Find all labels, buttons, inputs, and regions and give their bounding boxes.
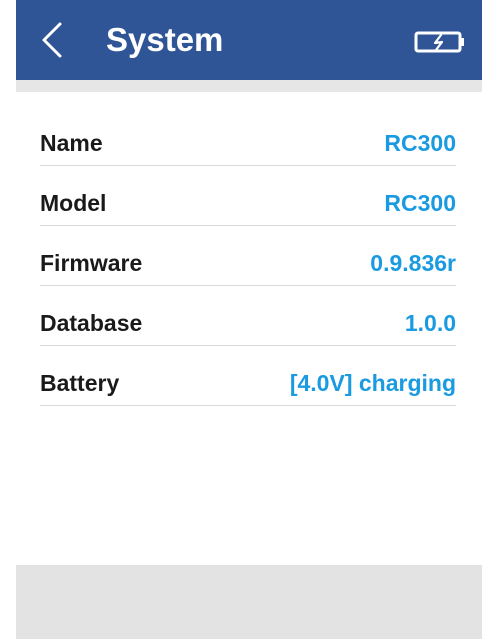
row-label: Database [40, 310, 143, 336]
list-item-battery: Battery [4.0V] charging [40, 358, 456, 418]
row-value: [4.0V] charging [289, 370, 456, 396]
row-label: Model [40, 190, 107, 216]
row-value: 0.9.836r [370, 250, 456, 276]
row-divider [40, 285, 456, 286]
system-screen: System Name RC300 Model RC300 Firmware 0… [0, 0, 494, 639]
row-divider [40, 345, 456, 346]
info-list: Name RC300 Model RC300 Firmware 0.9.836r… [40, 118, 456, 418]
row-divider [40, 165, 456, 166]
list-item-database: Database 1.0.0 [40, 298, 456, 358]
battery-charging-icon [414, 31, 464, 53]
row-divider [40, 225, 456, 226]
header-shadow-band [16, 80, 482, 92]
chevron-left-icon [42, 22, 62, 58]
list-item-firmware: Firmware 0.9.836r [40, 238, 456, 298]
row-label: Firmware [40, 250, 143, 276]
row-value: RC300 [384, 130, 456, 156]
row-value: 1.0.0 [404, 310, 456, 336]
back-button[interactable] [32, 18, 72, 62]
row-label: Name [40, 130, 103, 156]
list-item-name: Name RC300 [40, 118, 456, 178]
footer-bar [16, 565, 482, 639]
page-title: System [106, 21, 224, 58]
row-value: RC300 [384, 190, 456, 216]
header-bar: System [16, 0, 482, 80]
row-label: Battery [40, 370, 120, 396]
row-divider [40, 405, 456, 406]
list-item-model: Model RC300 [40, 178, 456, 238]
